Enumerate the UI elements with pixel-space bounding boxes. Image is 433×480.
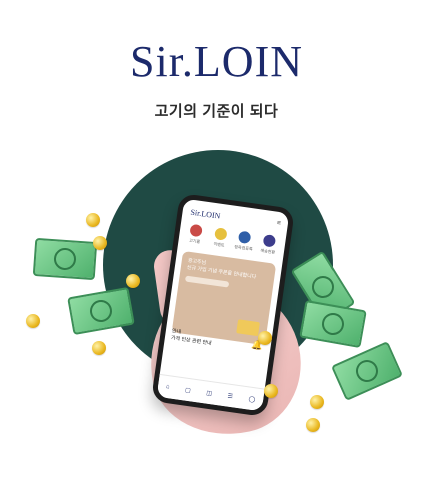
coupon-button[interactable] [184,275,230,288]
tagline: 고기의 기준이 되다 [154,103,279,120]
brand-logo: Sir.LOIN [130,37,303,86]
coin [264,384,278,398]
coin [306,418,320,432]
coin [86,213,100,227]
phone-app-title: Sir.LOIN [189,207,221,221]
coin [92,341,106,355]
quick-icon-label: 정육점등록 [234,244,253,252]
menu-icon[interactable]: ≡ [276,220,281,228]
coin [93,236,107,250]
quick-icon-label: 배송현황 [260,247,276,255]
quick-icon-label: 고기몰 [188,237,201,245]
quick-icon-label: 이벤트 [213,241,225,248]
coin [310,395,324,409]
list-icon[interactable]: ☰ [227,392,233,400]
coin [258,331,272,345]
coin [126,274,140,288]
cart-icon[interactable]: ◫ [206,389,213,397]
quick-icon-delivery[interactable]: 배송현황 [258,233,281,256]
money-bill [32,237,98,281]
quick-icon-meat-mall[interactable]: 고기몰 [184,223,207,246]
store-icon[interactable]: ▢ [185,386,192,394]
user-icon[interactable]: ◯ [248,395,256,403]
phone-quick-icons: 고기몰 이벤트 정육점등록 배송현황 [184,223,280,256]
envelope-icon [236,319,260,337]
money-bill [299,299,367,349]
coin [26,314,40,328]
quick-icon-store[interactable]: 정육점등록 [233,230,256,253]
home-icon[interactable]: ⌂ [166,384,170,390]
money-bill [330,341,404,401]
quick-icon-event[interactable]: 이벤트 [209,227,232,250]
